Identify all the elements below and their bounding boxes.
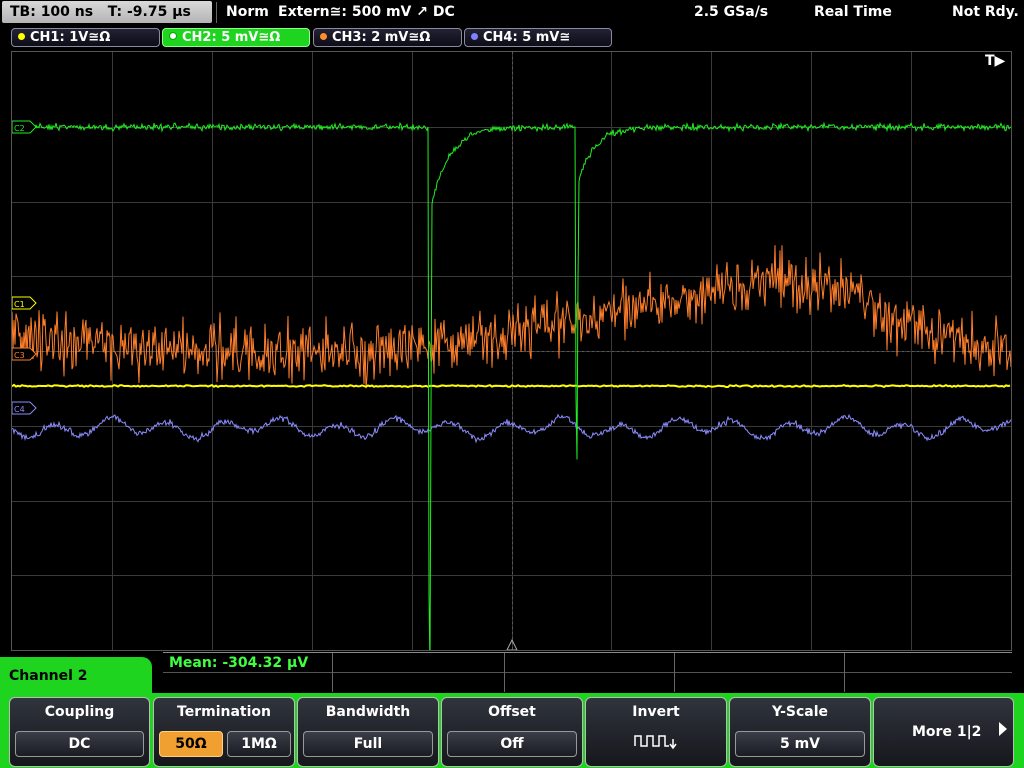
invert-waveform-icon	[634, 735, 677, 750]
coupling-value-button[interactable]: DC	[15, 731, 144, 757]
ch2-marker-text: C2	[14, 124, 25, 133]
tab-ch1[interactable]: CH1: 1V≅Ω	[11, 28, 160, 47]
offset-value-button[interactable]: Off	[447, 731, 577, 757]
mean-measurement: Mean: -304.32 µV	[169, 655, 309, 671]
sample-rate: 2.5 GSa/s	[694, 4, 769, 20]
yscale-value-button[interactable]: 5 mV	[735, 731, 865, 757]
termination-title: Termination	[177, 704, 271, 720]
graticule	[12, 52, 1011, 650]
measurement-cell	[333, 653, 505, 692]
tab-ch1-label: CH1: 1V≅Ω	[30, 30, 111, 45]
trigger-mode[interactable]: Norm	[226, 0, 269, 25]
ch4-dot-icon	[471, 33, 478, 40]
run-state: Not Rdy.	[952, 4, 1019, 20]
termination-1m-ohm-button[interactable]: 1MΩ	[227, 731, 291, 757]
ch4-level-marker[interactable]: C4	[12, 401, 37, 415]
ch1-level-marker[interactable]: C1	[12, 296, 37, 310]
tab-ch3-label: CH3: 2 mV≅Ω	[332, 30, 431, 45]
trigger-level-indicator: T▶	[985, 53, 1006, 69]
waveform-display[interactable]: C2 C1 C3 C4	[11, 51, 1012, 651]
ch2-dot-icon	[169, 32, 177, 40]
trigger-time-label: T: -9.75 µs	[107, 4, 191, 20]
ch3-dot-icon	[320, 33, 327, 40]
timebase-label: TB: 100 ns	[10, 4, 94, 20]
ch1-trace	[12, 383, 1011, 389]
channel-panel-header: Channel 2	[0, 657, 152, 697]
ch1-marker-text: C1	[14, 300, 25, 309]
tab-ch4-label: CH4: 5 mV≅	[483, 30, 571, 45]
status-bar: TB: 100 ns T: -9.75 µs Norm Extern≅: 500…	[0, 0, 1024, 25]
tab-ch2[interactable]: CH2: 5 mV≅Ω	[162, 28, 310, 47]
bandwidth-softkey[interactable]: Bandwidth Full	[297, 697, 439, 767]
ch4-marker-text: C4	[14, 405, 25, 414]
offset-title: Offset	[488, 704, 536, 720]
bandwidth-value-button[interactable]: Full	[303, 731, 433, 757]
invert-softkey[interactable]: Invert	[585, 697, 727, 767]
bandwidth-title: Bandwidth	[325, 704, 411, 720]
ch2-level-marker[interactable]: C2	[12, 120, 37, 134]
yscale-softkey[interactable]: Y-Scale 5 mV	[729, 697, 871, 767]
channel-panel-title: Channel 2	[9, 668, 88, 684]
acquisition-mode: Real Time	[814, 4, 892, 20]
tab-ch2-label: CH2: 5 mV≅Ω	[182, 30, 281, 45]
coupling-title: Coupling	[44, 704, 115, 720]
tab-ch4[interactable]: CH4: 5 mV≅	[464, 28, 612, 47]
termination-softkey[interactable]: Termination 50Ω 1MΩ	[153, 697, 295, 767]
timebase-box[interactable]: TB: 100 ns T: -9.75 µs	[2, 1, 212, 23]
coupling-softkey[interactable]: Coupling DC	[9, 697, 150, 767]
ch3-marker-text: C3	[14, 351, 25, 360]
tab-ch3[interactable]: CH3: 2 mV≅Ω	[313, 28, 462, 47]
measurement-panel[interactable]: Mean: -304.32 µV	[163, 652, 1012, 692]
more-label: More 1|2	[912, 724, 982, 740]
ch1-dot-icon	[18, 33, 25, 40]
termination-50-ohm-button[interactable]: 50Ω	[159, 731, 223, 757]
chevron-right-icon	[999, 722, 1007, 736]
status-divider	[216, 2, 217, 23]
ch4-trace	[12, 413, 1011, 444]
measurement-cell	[505, 653, 675, 692]
ch3-trace	[12, 245, 1011, 389]
measurement-cell	[675, 653, 845, 692]
offset-softkey[interactable]: Offset Off	[441, 697, 583, 767]
waveform-area[interactable]: C2 C1 C3 C4	[12, 52, 1011, 650]
yscale-title: Y-Scale	[771, 704, 828, 720]
more-softkey[interactable]: More 1|2	[873, 697, 1014, 767]
ch3-level-marker[interactable]: C3	[12, 347, 37, 361]
invert-title: Invert	[632, 704, 680, 720]
trigger-source[interactable]: Extern≅: 500 mV ↗ DC	[278, 0, 455, 25]
